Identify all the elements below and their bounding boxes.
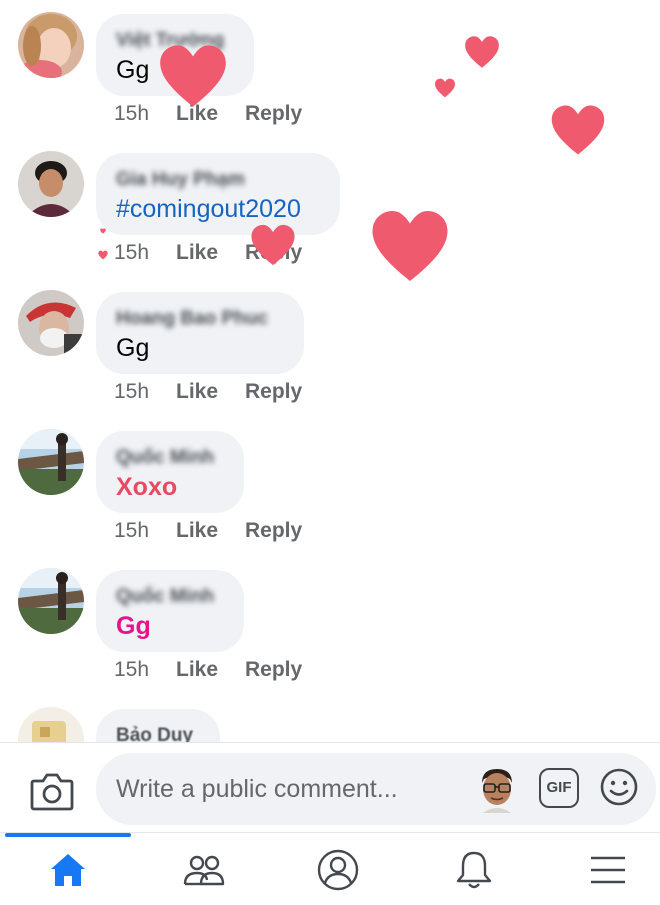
comment-author[interactable]: Hoang Bao Phuc	[116, 306, 284, 332]
bell-icon	[456, 851, 492, 888]
tab-friends[interactable]	[138, 833, 270, 905]
heart-icon	[98, 250, 108, 260]
reply-link[interactable]: Reply	[245, 380, 302, 404]
avatar[interactable]	[18, 568, 84, 634]
comment-item: Quốc Minh Gg 15h Like Reply	[0, 556, 660, 695]
tab-notifications[interactable]	[408, 833, 540, 905]
comment-author[interactable]: Gia Huy Phạm	[116, 167, 320, 193]
comment-input-placeholder: Write a public comment...	[116, 775, 398, 803]
comment-input[interactable]: Write a public comment... GIF	[96, 753, 656, 825]
comments-list: Việt Trường Gg 15h Like Reply Gia Huy Ph…	[0, 0, 660, 742]
comment-text: Gg	[116, 334, 150, 362]
emoji-icon[interactable]	[599, 767, 639, 807]
comment-bubble[interactable]: Bảo Duy	[96, 709, 220, 742]
heart-icon	[251, 224, 295, 266]
heart-icon	[551, 105, 605, 155]
comment-actions: 15h Like Reply	[114, 658, 302, 682]
home-icon	[51, 853, 85, 886]
comment-time: 15h	[114, 380, 150, 403]
comment-author[interactable]: Quốc Minh	[116, 584, 224, 610]
heart-icon	[372, 211, 448, 281]
reply-link[interactable]: Reply	[245, 519, 302, 543]
comment-actions: 15h Like Reply	[114, 519, 302, 543]
avatar[interactable]	[18, 707, 84, 742]
heart-icon	[435, 78, 455, 98]
heart-icon	[100, 228, 106, 234]
comment-item: Hoang Bao Phuc Gg 15h Like Reply	[0, 278, 660, 417]
friends-icon	[183, 855, 225, 885]
avatar[interactable]	[18, 290, 84, 356]
bottom-tab-bar	[0, 832, 660, 905]
comment-bubble[interactable]: Quốc Minh Xoxo	[96, 431, 244, 513]
comment-item: Bảo Duy	[0, 695, 660, 742]
comment-time: 15h	[114, 241, 150, 264]
profile-icon	[317, 849, 359, 890]
comment-actions: 15h Like Reply	[114, 380, 302, 404]
reply-link[interactable]: Reply	[245, 102, 302, 126]
comment-author[interactable]: Bảo Duy	[116, 723, 200, 742]
comment-time: 15h	[114, 658, 150, 681]
menu-icon	[591, 856, 625, 883]
memoji-avatar[interactable]	[474, 765, 520, 813]
comment-bubble[interactable]: Quốc Minh Gg	[96, 570, 244, 652]
comment-text: Xoxo	[116, 473, 178, 501]
comment-text: Gg	[116, 612, 151, 640]
tab-menu[interactable]	[542, 833, 660, 905]
avatar[interactable]	[18, 151, 84, 217]
comment-author[interactable]: Quốc Minh	[116, 445, 224, 471]
avatar[interactable]	[18, 12, 84, 78]
comment-composer: Write a public comment... GIF	[0, 742, 660, 832]
hashtag-link[interactable]: #comingout2020	[116, 193, 320, 225]
like-link[interactable]: Like	[176, 380, 245, 404]
tab-home[interactable]	[2, 833, 134, 905]
comment-item: Quốc Minh Xoxo 15h Like Reply	[0, 417, 660, 556]
avatar[interactable]	[18, 429, 84, 495]
like-link[interactable]: Like	[176, 241, 245, 265]
comment-bubble[interactable]: Hoang Bao Phuc Gg	[96, 292, 304, 374]
tab-profile[interactable]	[272, 833, 404, 905]
heart-icon	[465, 36, 499, 68]
like-link[interactable]: Like	[176, 658, 245, 682]
reply-link[interactable]: Reply	[245, 658, 302, 682]
like-link[interactable]: Like	[176, 519, 245, 543]
comment-time: 15h	[114, 519, 150, 542]
camera-icon[interactable]	[30, 771, 74, 811]
gif-icon[interactable]: GIF	[539, 768, 579, 808]
comment-bubble[interactable]: Gia Huy Phạm #comingout2020	[96, 153, 340, 235]
heart-icon	[160, 45, 226, 107]
